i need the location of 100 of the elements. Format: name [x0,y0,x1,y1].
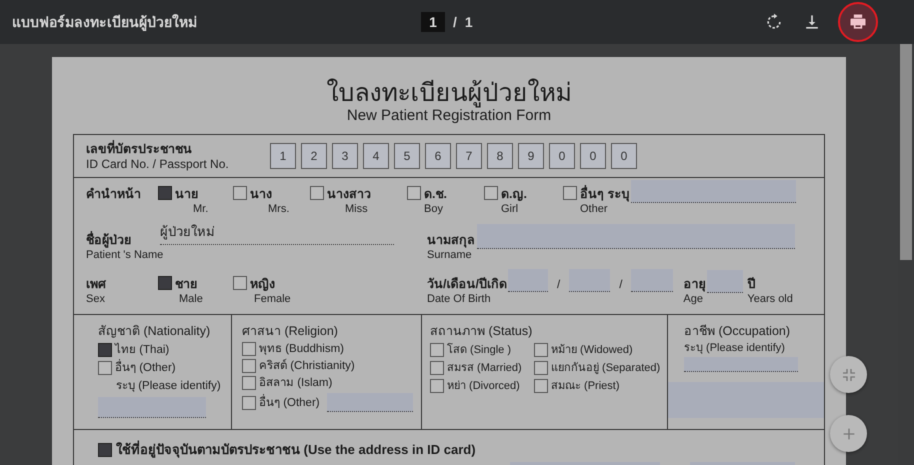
option-label: หย่า (Divorced) [447,379,520,393]
field-label: ชื่อผู้ป่วย [86,232,132,248]
field-label: Sex [86,292,106,306]
digit-box[interactable]: 7 [456,143,482,169]
field-label: Date Of Birth [427,292,492,306]
input-field[interactable] [326,393,413,412]
checkbox[interactable] [407,186,421,200]
fit-page-button[interactable] [830,356,867,393]
section-title: ศาสนา (Religion) [242,323,339,339]
digit-box[interactable]: 6 [425,143,451,169]
checkbox[interactable] [242,342,256,356]
scrollbar-thumb[interactable] [900,44,912,260]
checkbox[interactable] [98,443,112,457]
field-label: อายุ [683,276,706,292]
option-label: Miss [344,202,369,216]
field-label: คำนำหน้า [86,186,142,202]
option-label: Boy [424,202,444,216]
document-title: แบบฟอร์มลงทะเบียนผู้ป่วยใหม่ [11,13,198,33]
option-label: สมรส (Married) [447,361,522,375]
field-label: ID Card No. / Passport No. [86,157,230,171]
field-label: วัน/เดือน/ปีเกิด [427,276,508,292]
checkbox[interactable] [310,186,324,200]
checkbox[interactable] [534,379,548,393]
input-field[interactable] [668,382,824,418]
input-field[interactable]: ผู้ป่วยใหม่ [160,222,394,245]
page-separator: / [453,14,457,30]
option-label: โสด (Single ) [447,343,512,357]
section-title: สัญชาติ (Nationality) [98,323,212,339]
option-label: Mrs. [267,202,290,216]
digit-box[interactable]: 4 [363,143,389,169]
field-label: เพศ [86,276,107,292]
digit-box[interactable]: 9 [518,143,544,169]
input-field[interactable] [631,269,674,292]
page-total: 1 [464,14,473,30]
checkbox[interactable] [158,276,172,290]
checkbox[interactable] [484,186,498,200]
zoom-in-button[interactable] [830,415,867,452]
field-label: Surname [427,248,473,262]
digit-box[interactable]: 8 [487,143,513,169]
date-separator: / [556,278,562,292]
option-label: พุทธ (Buddhism) [259,342,344,356]
fit-page-icon [840,366,856,382]
input-field[interactable] [98,397,206,418]
option-label: ชาย [175,276,198,292]
field-label: ระบุ (Please identify) [684,341,786,355]
option-label: นางสาว [327,186,371,202]
checkbox[interactable] [430,379,444,393]
option-label: Other [580,202,609,216]
input-field[interactable] [684,357,798,372]
digit-box[interactable]: 2 [301,143,327,169]
date-separator: / [618,278,624,292]
digit-box[interactable]: 1 [270,143,296,169]
digit-box[interactable]: 0 [549,143,575,169]
form-title: ใบลงทะเบียนผู้ป่วยใหม่ [326,79,572,107]
option-label: ไทย (Thai) [115,343,170,357]
input-field[interactable] [477,224,795,249]
input-field[interactable] [508,269,548,292]
digit-box[interactable]: 0 [580,143,606,169]
digit-box[interactable]: 3 [332,143,358,169]
field-label: Years old [747,292,793,306]
checkbox[interactable] [430,361,444,375]
plus-icon [840,426,856,442]
section-title: สถานภาพ (Status) [430,323,534,339]
option-label: นาย [175,186,199,202]
checkbox[interactable] [233,186,247,200]
checkbox[interactable] [534,343,548,357]
field-label: Age [683,292,704,306]
checkbox[interactable] [563,186,577,200]
checkbox[interactable] [158,186,172,200]
option-label: ด.ญ. [501,186,527,202]
form-subtitle: New Patient Registration Form [346,107,552,125]
input-field[interactable] [569,269,610,292]
checkbox[interactable] [242,359,256,373]
option-label: ใช้ที่อยู่ปัจจุบันตามบัตรประชาชน (Use the address in ID card) [116,442,476,458]
field-label: เลขที่บัตรประชาชน [86,141,193,157]
checkbox[interactable] [98,343,112,357]
field-label: ปี [747,276,756,292]
page-number-field[interactable]: 1 [421,12,445,32]
field-label: นามสกุล [427,232,476,248]
option-label: นาง [250,186,273,202]
input-field[interactable] [707,270,744,293]
checkbox[interactable] [242,376,256,390]
section-title: อาชีพ (Occupation) [684,323,792,339]
digit-box[interactable]: 0 [611,143,637,169]
input-field[interactable] [631,180,796,203]
print-button[interactable] [838,2,878,42]
option-label: หม้าย (Widowed) [551,343,633,357]
option-label: Female [253,292,291,306]
option-label: Girl [501,202,520,216]
checkbox[interactable] [98,361,112,375]
checkbox[interactable] [534,361,548,375]
checkbox[interactable] [430,343,444,357]
digit-box[interactable]: 5 [394,143,420,169]
option-label: ด.ช. [424,186,447,202]
checkbox[interactable] [233,276,247,290]
field-label: ระบุ (Please identify) [115,379,222,393]
option-label: สมณะ (Priest) [551,379,620,393]
option-label: Mr. [192,202,208,216]
checkbox[interactable] [242,396,256,410]
option-label: อื่นๆ (Other) [115,361,176,375]
